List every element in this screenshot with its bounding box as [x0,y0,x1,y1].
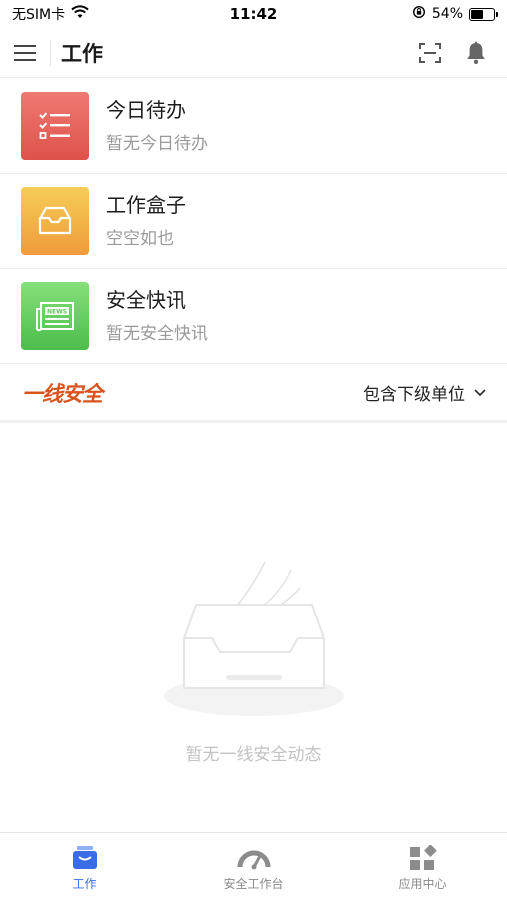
wifi-icon [71,5,89,23]
orientation-lock-icon [412,5,426,23]
safety-section-header: 一线安全 包含下级单位 [0,365,507,423]
entry-title: 今日待办 [106,97,186,122]
tab-label: 应用中心 [398,877,447,891]
bottom-tab-bar: 工作 安全工作台 应用中心 [0,832,507,900]
tab-work[interactable]: 工作 [0,833,169,900]
checklist-icon [21,92,89,160]
chevron-down-icon [474,388,486,396]
entry-title: 工作盒子 [106,192,186,217]
battery-icon [469,7,498,21]
nav-divider [50,39,51,66]
hamburger-icon [14,44,36,61]
entry-subtitle: 暂无今日待办 [106,133,208,154]
empty-state-text: 暂无一线安全动态 [185,745,322,765]
empty-box-illustration [164,561,344,716]
bell-icon [467,41,485,64]
work-entries: 今日待办 暂无今日待办 工作盒子 空空如也 NEWS 安全快讯 暂无安全快讯 [0,79,507,364]
battery-percent: 54% [431,6,463,22]
menu-button[interactable] [0,28,50,78]
entry-safety-news[interactable]: NEWS 安全快讯 暂无安全快讯 [0,269,507,364]
work-tab-icon [72,846,97,869]
status-right: 54% [412,5,498,23]
tab-safety-workbench[interactable]: 安全工作台 [169,833,338,900]
subunit-filter-dropdown[interactable]: 包含下级单位 [363,380,487,405]
notification-button[interactable] [453,28,499,78]
status-bar: 无SIM卡 11:42 54% [0,0,507,28]
entry-work-box[interactable]: 工作盒子 空空如也 [0,174,507,269]
filter-label: 包含下级单位 [363,385,465,405]
entry-subtitle: 暂无安全快讯 [106,323,208,344]
news-icon: NEWS [21,282,89,350]
entry-today-todo[interactable]: 今日待办 暂无今日待办 [0,79,507,174]
inbox-icon [21,187,89,255]
battery-level [471,9,483,19]
entry-subtitle: 空空如也 [106,228,174,249]
scan-icon [419,42,441,63]
tab-label: 安全工作台 [223,877,284,891]
page-title: 工作 [61,41,103,66]
empty-state: 暂无一线安全动态 [0,540,507,770]
carrier-text: 无SIM卡 [12,7,66,23]
tab-app-center[interactable]: 应用中心 [338,833,507,900]
app-grid-icon [409,845,437,870]
entry-title: 安全快讯 [106,287,186,312]
status-left: 无SIM卡 [12,4,89,24]
gauge-icon [237,850,270,870]
top-navbar: 工作 [0,28,507,78]
tab-label: 工作 [72,877,97,891]
scan-button[interactable] [407,28,453,78]
svg-text:NEWS: NEWS [47,309,67,316]
section-brand-title: 一线安全 [22,381,103,406]
